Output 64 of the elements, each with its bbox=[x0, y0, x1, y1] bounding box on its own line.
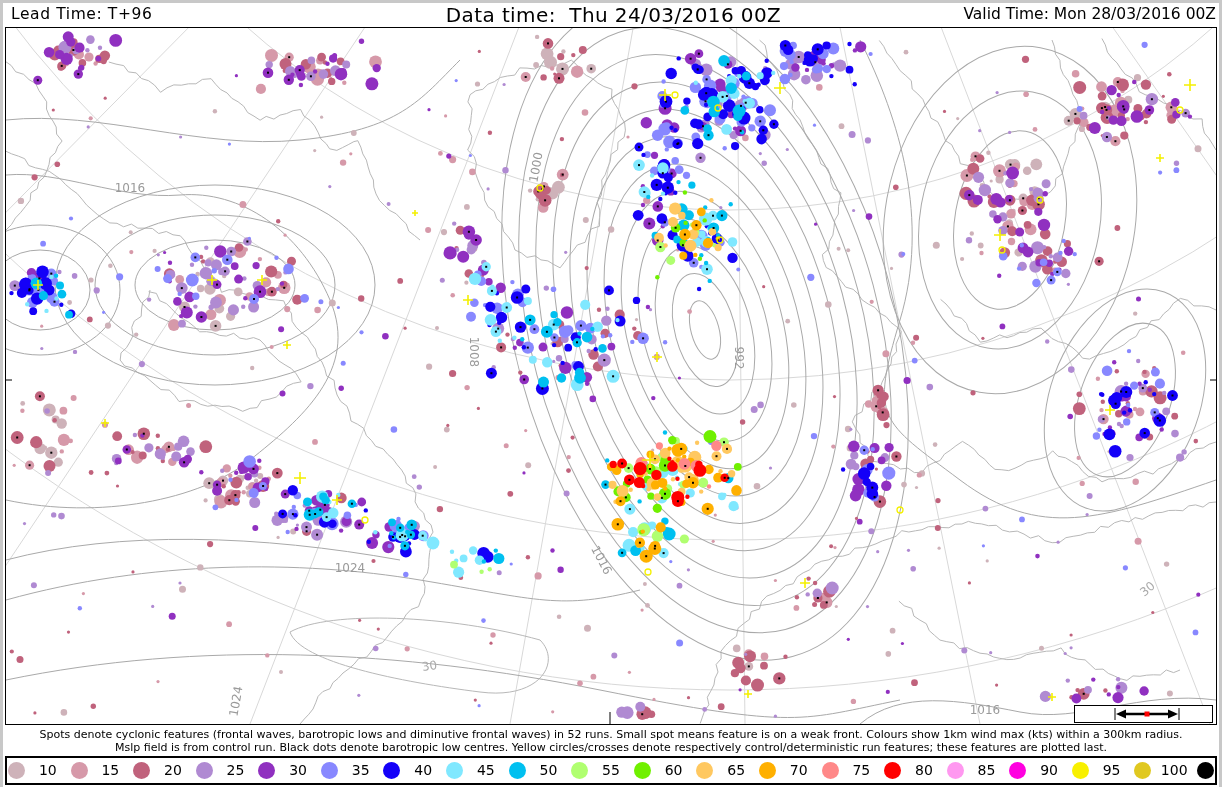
cross-marker bbox=[1104, 404, 1116, 416]
legend-label: 55 bbox=[601, 762, 621, 779]
lead-time-label: Lead Time: T+96 bbox=[11, 6, 153, 24]
legend-label: 10 bbox=[37, 762, 58, 779]
legend-label: 65 bbox=[726, 762, 747, 779]
valid-time-label: Valid Time: Mon 28/03/2016 00Z bbox=[963, 6, 1216, 24]
circle-marker bbox=[714, 104, 722, 112]
circle-marker bbox=[361, 516, 369, 524]
cross-marker bbox=[1047, 692, 1057, 702]
cross-marker bbox=[282, 340, 292, 350]
legend-label: 25 bbox=[225, 762, 246, 779]
circle-marker bbox=[536, 184, 544, 192]
latitude-label: 30 bbox=[1137, 578, 1158, 600]
isobar-label: 1008 bbox=[467, 336, 481, 368]
circle-marker bbox=[716, 236, 724, 244]
circle-marker bbox=[1176, 106, 1184, 114]
scale-arrow-icon bbox=[1113, 708, 1180, 720]
cross-marker bbox=[462, 294, 474, 306]
cross-marker bbox=[1155, 153, 1165, 163]
legend-label: 60 bbox=[663, 762, 684, 779]
cross-marker bbox=[293, 471, 307, 485]
isobar-label: 1024 bbox=[226, 685, 246, 718]
legend-label: 30 bbox=[288, 762, 308, 779]
legend-label: 80 bbox=[913, 762, 934, 779]
cross-marker bbox=[32, 279, 44, 291]
isobar-label: 1016 bbox=[114, 181, 146, 195]
circle-marker bbox=[644, 568, 652, 576]
legend-label: 45 bbox=[475, 762, 496, 779]
isobar-label: 992 bbox=[732, 346, 746, 370]
legend-label: 35 bbox=[350, 762, 371, 779]
isobar-label: 1024 bbox=[334, 561, 366, 575]
legend-label: 40 bbox=[413, 762, 434, 779]
circle-marker bbox=[1036, 196, 1044, 204]
cross-marker bbox=[100, 418, 110, 428]
legend-label: 15 bbox=[100, 762, 121, 779]
legend-label: 75 bbox=[851, 762, 872, 779]
caption-text: Mslp field is from control run. Black dots denote barotropic low centres. Yellow circles/crosses denote respectively control/deterministic run features; these features are plotted last. bbox=[115, 741, 1107, 754]
legend-label: 100 bbox=[1159, 762, 1189, 779]
circle-marker bbox=[896, 506, 904, 514]
cross-marker bbox=[411, 209, 419, 217]
data-time-title: Data time: Thu 24/03/2016 00Z bbox=[445, 4, 782, 26]
legend-label: 95 bbox=[1101, 762, 1122, 779]
legend-label: 85 bbox=[976, 762, 997, 779]
cross-marker bbox=[773, 81, 787, 95]
latitude-label: 30 bbox=[420, 658, 438, 675]
cross-marker bbox=[799, 577, 811, 589]
caption-text: Spots denote cyclonic features (frontal waves, barotropic lows and diminutive frontal waves) in 52 runs. Small spot means feature is on a weak front. Colours show 1km wind max (kts) within a 300km radius. bbox=[39, 728, 1183, 741]
circle-marker bbox=[671, 91, 679, 99]
circle-marker bbox=[998, 246, 1006, 254]
cross-marker bbox=[651, 351, 663, 363]
cross-marker bbox=[256, 274, 268, 286]
cross-marker bbox=[1183, 78, 1197, 92]
cross-marker bbox=[206, 274, 218, 286]
cross-marker bbox=[993, 228, 1007, 242]
legend-label: 70 bbox=[788, 762, 809, 779]
isobar-label: 1016 bbox=[969, 703, 1001, 717]
legend-label: 20 bbox=[163, 762, 183, 779]
legend-label: 50 bbox=[538, 762, 559, 779]
isobar-label: 1000 bbox=[526, 151, 546, 184]
cross-marker bbox=[641, 451, 659, 469]
legend-label: 90 bbox=[1039, 762, 1059, 779]
cross-marker bbox=[658, 88, 672, 102]
cross-marker bbox=[331, 494, 343, 506]
cross-marker bbox=[743, 689, 753, 699]
